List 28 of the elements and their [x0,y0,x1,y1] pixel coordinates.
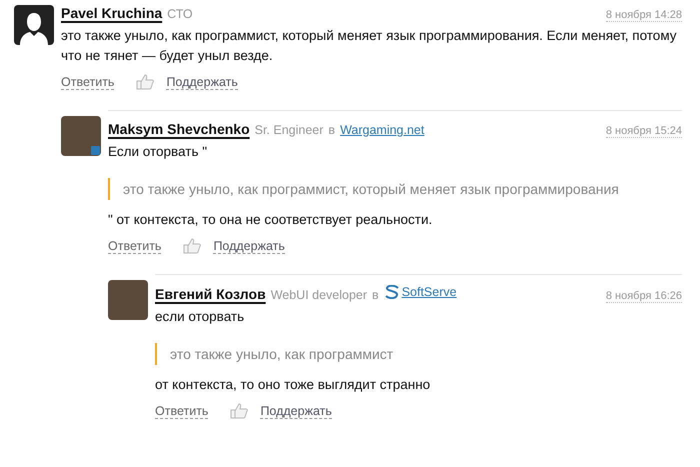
thumbs-up-icon [136,74,154,90]
reply-link[interactable]: Ответить [61,74,114,90]
author-name[interactable]: Pavel Kruchina [61,5,162,21]
quote-text: это также уныло, как программист [155,343,682,365]
thumbs-up-icon [183,238,202,254]
comment-text: Если оторвать " [108,143,208,161]
reply-link[interactable]: Ответить [155,404,208,418]
author-role: WebUI developer [270,288,368,302]
thumbs-up-icon [230,403,248,419]
preposition-text: в [372,288,379,302]
reply-link[interactable]: Ответить [108,238,162,254]
company-link[interactable]: SoftServe [384,285,457,299]
author-role: Sr. Engineer [254,123,324,137]
company-logo-icon [384,285,400,299]
company-link[interactable]: Wargaming.net [340,123,424,137]
author-name[interactable]: Maksym Shevchenko [108,121,250,137]
preposition-text: в [328,123,336,137]
network-badge-icon [91,146,100,155]
author-role: СТО [167,7,193,21]
comment-text: это также уныло, как программист, который меняет язык программирования. Если меняет, потому что не тянет — будет уныл везде. [61,27,678,65]
support-link[interactable]: Поддержать [260,404,332,418]
comment-text: " от контекста, то она не соответствует реальности. [108,211,434,229]
quote-text: это также уныло, как программист, который меняет язык программирования [108,178,682,200]
support-link[interactable]: Поддержать [213,238,285,254]
support-link[interactable]: Поддержать [166,74,238,90]
comment-text: если оторвать [155,308,246,326]
author-name[interactable]: Евгений Козлов [155,286,266,302]
comment-text: от контекста, то оно тоже выглядит странно [155,376,432,394]
